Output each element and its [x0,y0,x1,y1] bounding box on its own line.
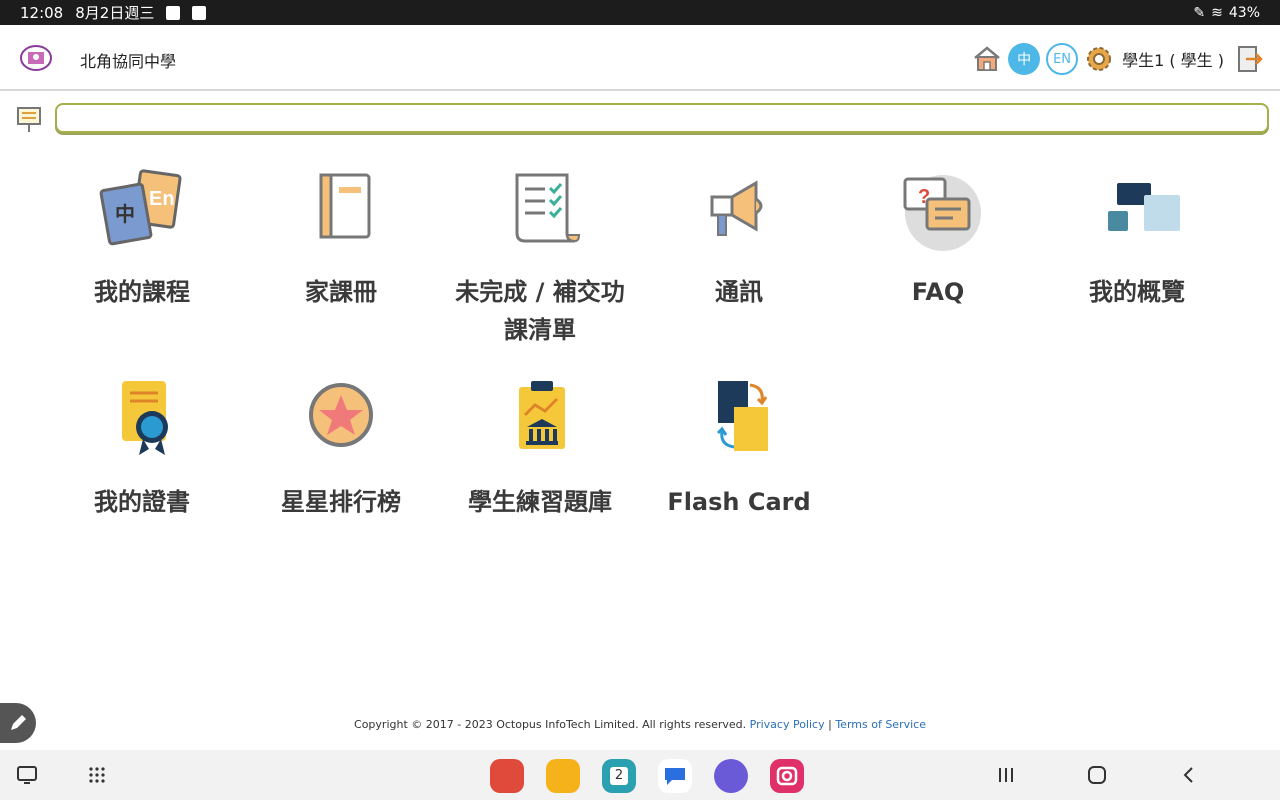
system-taskbar: 2 [0,750,1280,800]
question-bank-icon [519,381,565,449]
wifi-icon: ≋ [1211,4,1223,21]
tile-my-courses[interactable]: En 中 我的課程 [42,165,242,311]
gallery-notification-icon [166,5,181,20]
home-nav-icon[interactable] [1084,762,1110,788]
terms-of-service-link[interactable]: Terms of Service [835,718,926,731]
tile-label: 家課冊 [305,278,377,306]
status-date: 8月2日週三 [75,4,155,22]
logout-icon[interactable] [1236,44,1264,74]
calendar-day: 2 [610,767,628,785]
messages-app-icon[interactable] [658,759,692,793]
privacy-policy-link[interactable]: Privacy Policy [750,718,825,731]
checkbox-notification-icon [192,5,207,20]
notes-app-icon[interactable] [490,759,524,793]
home-icon[interactable] [972,44,1002,74]
megaphone-icon [710,180,763,236]
camera-app-icon[interactable] [770,759,804,793]
app-header: 北角協同中學 中 EN 學生1 ( 學生 ) [0,25,1280,91]
copyright-text: Copyright © 2017 - 2023 Octopus InfoTech… [354,718,747,731]
files-app-icon[interactable] [546,759,580,793]
back-icon[interactable] [1176,762,1202,788]
tile-label: 我的證書 [94,488,190,516]
tile-label: Flash Card [667,488,811,516]
tile-flash-card[interactable]: Flash Card [639,375,839,521]
overview-icon [1108,183,1180,231]
status-bar: 12:08 8月2日週三 ✎ ≋ 43% [0,0,1280,25]
school-logo-icon [20,45,52,71]
tile-my-certificates[interactable]: 我的證書 [42,375,242,521]
lang-zh-button[interactable]: 中 [1008,43,1041,75]
tile-label: 我的概覽 [1089,278,1185,306]
recents-icon[interactable] [993,762,1019,788]
svg-text:中: 中 [115,202,135,226]
tile-star-ranking[interactable]: 星星排行榜 [241,375,441,521]
checklist-icon [515,173,581,243]
star-ranking-icon [309,383,373,447]
calendar-app-icon[interactable]: 2 [602,759,636,793]
tile-label: 未完成 / 補交功課清單 [455,278,625,344]
homework-book-icon [319,173,371,239]
lang-en-button[interactable]: EN [1046,43,1079,75]
tile-question-bank[interactable]: 學生練習題庫 [440,375,640,521]
gear-icon[interactable] [1084,44,1114,74]
tile-faq[interactable]: ? FAQ [838,165,1038,311]
tile-label: FAQ [911,278,965,306]
user-name[interactable]: 學生1 ( 學生 ) [1122,47,1224,71]
flash-card-icon [716,381,768,451]
tile-communication[interactable]: 通訊 [639,165,839,311]
search-row [0,103,1280,135]
tile-label: 通訊 [715,278,763,306]
certificate-icon [122,381,168,455]
my-courses-icon: En 中 [99,169,182,246]
tile-homework-book[interactable]: 家課冊 [241,165,441,311]
tile-incomplete-homework[interactable]: 未完成 / 補交功課清單 [440,165,640,349]
battery-level: 43% [1228,4,1260,21]
screen-icon[interactable] [14,762,40,788]
tile-my-overview[interactable]: 我的概覽 [1037,165,1237,311]
footer: Copyright © 2017 - 2023 Octopus InfoTech… [0,718,1280,731]
tile-label: 星星排行榜 [281,488,401,516]
status-time: 12:08 [20,3,64,22]
internet-app-icon[interactable] [714,759,748,793]
svg-text:En: En [149,188,175,210]
tile-label: 我的課程 [94,278,190,306]
footer-separator: | [828,718,832,731]
faq-chat-icon: ? [903,175,981,251]
search-input[interactable] [55,103,1269,133]
app-grid-icon[interactable] [84,762,110,788]
school-name: 北角協同中學 [80,52,177,71]
notice-board-icon[interactable] [16,106,42,134]
pen-status-icon: ✎ [1193,4,1206,21]
tile-label: 學生練習題庫 [468,488,612,516]
